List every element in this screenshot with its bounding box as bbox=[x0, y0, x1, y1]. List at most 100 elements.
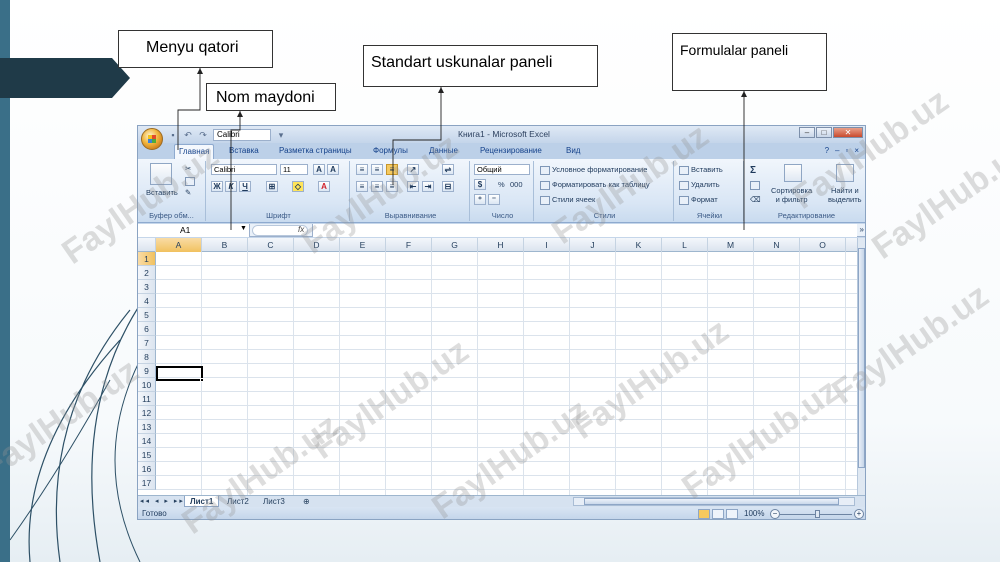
row-header-15[interactable]: 15 bbox=[138, 448, 156, 462]
zoom-out-icon[interactable]: − bbox=[770, 509, 780, 519]
paste-button[interactable]: Вставить bbox=[146, 188, 178, 197]
fill-handle[interactable] bbox=[200, 378, 204, 382]
vertical-scroll-thumb[interactable] bbox=[858, 248, 865, 468]
tab-review[interactable]: Рецензирование bbox=[480, 146, 542, 155]
tab-insert[interactable]: Вставка bbox=[229, 146, 259, 155]
tab-home[interactable]: Главная bbox=[174, 144, 215, 159]
row-header-8[interactable]: 8 bbox=[138, 350, 156, 364]
row-header-9[interactable]: 9 bbox=[138, 364, 156, 378]
column-header-i[interactable]: I bbox=[524, 238, 570, 252]
select-all-corner[interactable] bbox=[138, 238, 156, 252]
row-header-4[interactable]: 4 bbox=[138, 294, 156, 308]
row-header-10[interactable]: 10 bbox=[138, 378, 156, 392]
tab-formulas[interactable]: Формулы bbox=[373, 146, 408, 155]
align-bottom-icon[interactable]: ≡ bbox=[386, 164, 398, 175]
cut-icon[interactable]: ✂ bbox=[185, 164, 191, 173]
sheet-tab-1[interactable]: Лист1 bbox=[184, 496, 220, 507]
insert-cells-button[interactable]: Вставить bbox=[679, 165, 723, 175]
name-box-dropdown-icon[interactable]: ▼ bbox=[240, 225, 247, 232]
row-header-13[interactable]: 13 bbox=[138, 420, 156, 434]
font-color-icon[interactable]: A bbox=[318, 181, 330, 192]
underline-icon[interactable]: Ч bbox=[239, 181, 251, 192]
row-header-14[interactable]: 14 bbox=[138, 434, 156, 448]
sheet-navigation-icon[interactable]: ◂◂ ◂ ▸ ▸▸ bbox=[140, 497, 185, 505]
redo-icon[interactable]: ↷ bbox=[198, 130, 208, 140]
zoom-in-icon[interactable]: + bbox=[854, 509, 864, 519]
column-header-n[interactable]: N bbox=[754, 238, 800, 252]
column-header-j[interactable]: J bbox=[570, 238, 616, 252]
qat-font-combo[interactable]: Calibri bbox=[213, 129, 271, 141]
delete-cells-button[interactable]: Удалить bbox=[679, 180, 720, 190]
font-size-combo[interactable]: 11 bbox=[280, 164, 308, 175]
row-header-6[interactable]: 6 bbox=[138, 322, 156, 336]
row-header-17[interactable]: 17 bbox=[138, 476, 156, 490]
fill-color-icon[interactable]: ◇ bbox=[292, 181, 304, 192]
percent-button[interactable]: % bbox=[498, 180, 505, 189]
cell-area[interactable] bbox=[156, 252, 859, 495]
italic-icon[interactable]: К bbox=[225, 181, 237, 192]
help-icon[interactable]: ? bbox=[825, 146, 829, 155]
active-cell[interactable] bbox=[156, 366, 203, 381]
row-header-5[interactable]: 5 bbox=[138, 308, 156, 322]
page-break-view-icon[interactable] bbox=[726, 509, 738, 519]
maximize-icon[interactable]: □ bbox=[816, 127, 832, 138]
row-header-3[interactable]: 3 bbox=[138, 280, 156, 294]
align-top-icon[interactable]: ≡ bbox=[356, 164, 368, 175]
format-painter-icon[interactable]: ✎ bbox=[185, 188, 191, 197]
copy-icon[interactable] bbox=[185, 176, 197, 186]
column-header-h[interactable]: H bbox=[478, 238, 524, 252]
insert-sheet-icon[interactable]: ⊕ bbox=[298, 496, 315, 507]
thousands-button[interactable]: 000 bbox=[510, 180, 523, 189]
zoom-slider-knob[interactable] bbox=[815, 510, 820, 518]
column-header-e[interactable]: E bbox=[340, 238, 386, 252]
formula-input[interactable] bbox=[312, 224, 857, 237]
increase-decimal-icon[interactable]: ⁺ bbox=[474, 194, 486, 205]
find-select-button[interactable]: Найти и выделить bbox=[828, 186, 862, 204]
align-center-icon[interactable]: ≡ bbox=[371, 181, 383, 192]
close-icon[interactable]: ✕ bbox=[833, 127, 863, 138]
autosum-icon[interactable]: Σ bbox=[750, 165, 756, 176]
fill-icon[interactable] bbox=[750, 180, 762, 190]
column-header-g[interactable]: G bbox=[432, 238, 478, 252]
font-name-combo[interactable]: Calibri bbox=[211, 164, 277, 175]
row-header-2[interactable]: 2 bbox=[138, 266, 156, 280]
row-header-11[interactable]: 11 bbox=[138, 392, 156, 406]
column-header-o[interactable]: O bbox=[800, 238, 846, 252]
decrease-decimal-icon[interactable]: ⁻ bbox=[488, 194, 500, 205]
ribbon-minimize-icon[interactable]: – bbox=[835, 146, 839, 155]
sheet-tab-2[interactable]: Лист2 bbox=[222, 496, 254, 507]
column-header-l[interactable]: L bbox=[662, 238, 708, 252]
decrease-indent-icon[interactable]: ⇤ bbox=[407, 181, 419, 192]
ribbon-restore-icon[interactable]: ▫ bbox=[845, 146, 848, 155]
wrap-text-icon[interactable]: ⇌ bbox=[442, 164, 454, 175]
expand-formula-bar-icon[interactable]: » bbox=[860, 225, 864, 234]
grow-font-icon[interactable]: A bbox=[313, 164, 325, 175]
vertical-scrollbar[interactable] bbox=[857, 238, 865, 495]
zoom-level[interactable]: 100% bbox=[744, 509, 764, 518]
sort-filter-icon[interactable] bbox=[784, 164, 802, 182]
name-box[interactable]: A1 bbox=[138, 224, 250, 237]
horizontal-scroll-thumb[interactable] bbox=[584, 498, 839, 505]
column-header-a[interactable]: A bbox=[156, 238, 202, 252]
column-header-b[interactable]: B bbox=[202, 238, 248, 252]
horizontal-scrollbar[interactable] bbox=[573, 497, 855, 506]
align-middle-icon[interactable]: ≡ bbox=[371, 164, 383, 175]
sheet-tab-3[interactable]: Лист3 bbox=[258, 496, 290, 507]
tab-view[interactable]: Вид bbox=[566, 146, 580, 155]
clear-icon[interactable]: ⌫ bbox=[750, 195, 761, 204]
column-header-m[interactable]: M bbox=[708, 238, 754, 252]
align-left-icon[interactable]: ≡ bbox=[356, 181, 368, 192]
office-button[interactable] bbox=[141, 128, 163, 150]
currency-icon[interactable]: $ bbox=[474, 179, 486, 190]
orientation-icon[interactable]: ↗ bbox=[407, 164, 419, 175]
cell-styles-button[interactable]: Стили ячеек bbox=[540, 195, 595, 205]
column-header-f[interactable]: F bbox=[386, 238, 432, 252]
bold-icon[interactable]: Ж bbox=[211, 181, 223, 192]
column-header-c[interactable]: C bbox=[248, 238, 294, 252]
qat-customize-icon[interactable]: ▾ bbox=[276, 130, 286, 140]
ribbon-close-icon[interactable]: × bbox=[854, 146, 859, 155]
merge-center-icon[interactable]: ⊟ bbox=[442, 181, 454, 192]
increase-indent-icon[interactable]: ⇥ bbox=[422, 181, 434, 192]
undo-icon[interactable]: ↶ bbox=[183, 130, 193, 140]
paste-icon[interactable] bbox=[150, 163, 172, 185]
